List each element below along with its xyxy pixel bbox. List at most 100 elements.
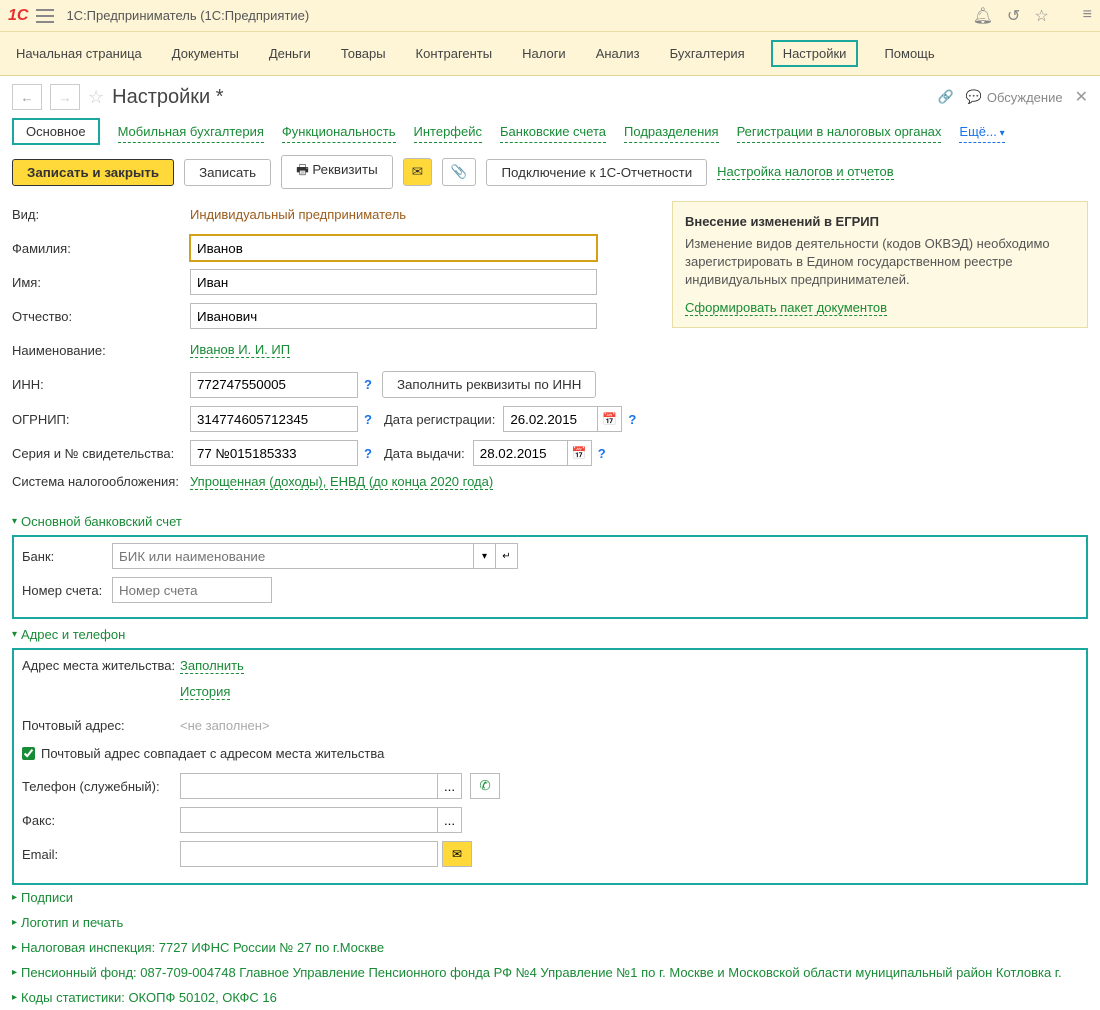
tax-system-link[interactable]: Упрощенная (доходы), ЕНВД (до конца 2020… (190, 474, 493, 490)
address-section-header[interactable]: ▾ Адрес и телефон (12, 621, 1088, 648)
email-send-button[interactable]: ✉ (442, 841, 472, 867)
bank-input[interactable] (112, 543, 474, 569)
reg-date-cal-button[interactable]: 📅 (598, 406, 622, 432)
bank-open-button[interactable]: ↵ (496, 543, 518, 569)
reg-date-input[interactable] (503, 406, 598, 432)
post-value: <не заполнен> (180, 718, 270, 733)
star-icon[interactable]: ☆ (1034, 6, 1048, 26)
bank-section-header[interactable]: ▾ Основной банковский счет (12, 508, 1088, 535)
inn-help[interactable]: ? (364, 377, 372, 392)
title-link[interactable]: Иванов И. И. ИП (190, 342, 290, 358)
menu-settings[interactable]: Настройки (771, 40, 859, 67)
chevron-right-icon: ▸ (12, 917, 17, 928)
bell-icon[interactable]: 🔔︎ (973, 6, 993, 26)
menu-counterparties[interactable]: Контрагенты (412, 40, 497, 67)
discuss-button[interactable]: 💬 Обсуждение (966, 89, 1063, 105)
connect-reporting-button[interactable]: Подключение к 1С-Отчетности (486, 159, 707, 186)
bank-dropdown-button[interactable]: ▾ (474, 543, 496, 569)
email-button[interactable]: ✉ (403, 158, 432, 186)
menu-home[interactable]: Начальная страница (12, 40, 146, 67)
page-title: Настройки * (112, 86, 223, 109)
fill-by-inn-button[interactable]: Заполнить реквизиты по ИНН (382, 371, 596, 398)
issue-date-label: Дата выдачи: (384, 446, 465, 461)
phone-icon: ✆ (479, 778, 490, 794)
reg-date-label: Дата регистрации: (384, 412, 495, 427)
surname-input[interactable] (190, 235, 597, 261)
chevron-down-icon: ▾ (12, 629, 17, 640)
reg-date-help[interactable]: ? (628, 412, 636, 427)
save-button[interactable]: Записать (184, 159, 271, 186)
tab-mobile[interactable]: Мобильная бухгалтерия (118, 121, 264, 143)
close-icon[interactable]: ✕ (1075, 87, 1088, 107)
menu-accounting[interactable]: Бухгалтерия (666, 40, 749, 67)
issue-date-cal-button[interactable]: 📅 (568, 440, 592, 466)
vid-value: Индивидуальный предприниматель (190, 207, 406, 222)
stats-label: Коды статистики: ОКОПФ 50102, ОКФС 16 (21, 990, 277, 1005)
issue-date-input[interactable] (473, 440, 568, 466)
acct-input[interactable] (112, 577, 272, 603)
tab-interface[interactable]: Интерфейс (414, 121, 482, 143)
tab-functionality[interactable]: Функциональность (282, 121, 396, 143)
tab-tax-registrations[interactable]: Регистрации в налоговых органах (737, 121, 942, 143)
logo-section[interactable]: ▸ Логотип и печать (12, 910, 1088, 935)
requisites-button[interactable]: 🖶 Реквизиты (281, 155, 393, 189)
chevron-right-icon: ▸ (12, 892, 17, 903)
name-input[interactable] (190, 269, 597, 295)
nav-back-button[interactable]: ← (12, 84, 42, 110)
menu-docs[interactable]: Документы (168, 40, 243, 67)
same-address-label: Почтовый адрес совпадает с адресом места… (41, 746, 384, 761)
nav-forward-button[interactable]: → (50, 84, 80, 110)
menu-goods[interactable]: Товары (337, 40, 390, 67)
phone-input[interactable] (180, 773, 438, 799)
vid-label: Вид: (12, 207, 190, 222)
hamburger-icon[interactable] (36, 9, 54, 23)
info-link[interactable]: Сформировать пакет документов (685, 300, 887, 316)
fax-input[interactable] (180, 807, 438, 833)
email-input[interactable] (180, 841, 438, 867)
signatures-section[interactable]: ▸ Подписи (12, 885, 1088, 910)
attach-button[interactable]: 📎 (442, 158, 477, 186)
logo-1c: 1C (8, 7, 28, 25)
tab-divisions[interactable]: Подразделения (624, 121, 719, 143)
tax-settings-link[interactable]: Настройка налогов и отчетов (717, 164, 893, 180)
save-close-button[interactable]: Записать и закрыть (12, 159, 174, 186)
menu-taxes[interactable]: Налоги (518, 40, 570, 67)
info-box: Внесение изменений в ЕГРИП Изменение вид… (672, 201, 1088, 328)
favorite-icon[interactable]: ☆ (88, 87, 104, 108)
addr-label: Адрес места жительства: (22, 658, 180, 673)
ogrnip-help[interactable]: ? (364, 412, 372, 427)
addr-fill-link[interactable]: Заполнить (180, 658, 244, 674)
signatures-label: Подписи (21, 890, 73, 905)
menu-money[interactable]: Деньги (265, 40, 315, 67)
phone-call-button[interactable]: ✆ (470, 773, 500, 799)
tax-insp-section[interactable]: ▸ Налоговая инспекция: 7727 ИФНС России … (12, 935, 1088, 960)
tab-more[interactable]: Ещё... (959, 121, 1004, 143)
patronymic-input[interactable] (190, 303, 597, 329)
same-address-checkbox[interactable] (22, 747, 35, 760)
phone-dots-button[interactable]: ... (438, 773, 462, 799)
fax-dots-button[interactable]: ... (438, 807, 462, 833)
inn-input[interactable] (190, 372, 358, 398)
menu-filter-icon[interactable]: ≡ (1083, 6, 1092, 26)
menu-analysis[interactable]: Анализ (592, 40, 644, 67)
tab-main[interactable]: Основное (12, 118, 100, 145)
chat-icon: 💬 (966, 89, 982, 105)
cert-input[interactable] (190, 440, 358, 466)
fax-label: Факс: (22, 813, 180, 828)
addr-history-link[interactable]: История (180, 684, 230, 700)
ogrnip-label: ОГРНИП: (12, 412, 190, 427)
ogrnip-input[interactable] (190, 406, 358, 432)
post-label: Почтовый адрес: (22, 718, 180, 733)
history-icon[interactable]: ↺ (1007, 6, 1020, 26)
cert-help[interactable]: ? (364, 446, 372, 461)
link-icon[interactable]: 🔗 (937, 89, 953, 105)
tabs-bar: Основное Мобильная бухгалтерия Функциона… (0, 118, 1100, 155)
issue-date-help[interactable]: ? (598, 446, 606, 461)
stats-section[interactable]: ▸ Коды статистики: ОКОПФ 50102, ОКФС 16 (12, 985, 1088, 1010)
discuss-label: Обсуждение (987, 90, 1063, 105)
tab-bank-accounts[interactable]: Банковские счета (500, 121, 606, 143)
pension-section[interactable]: ▸ Пенсионный фонд: 087-709-004748 Главно… (12, 960, 1088, 985)
menu-help[interactable]: Помощь (880, 40, 938, 67)
requisites-label: Реквизиты (312, 162, 377, 177)
acct-label: Номер счета: (22, 583, 112, 598)
